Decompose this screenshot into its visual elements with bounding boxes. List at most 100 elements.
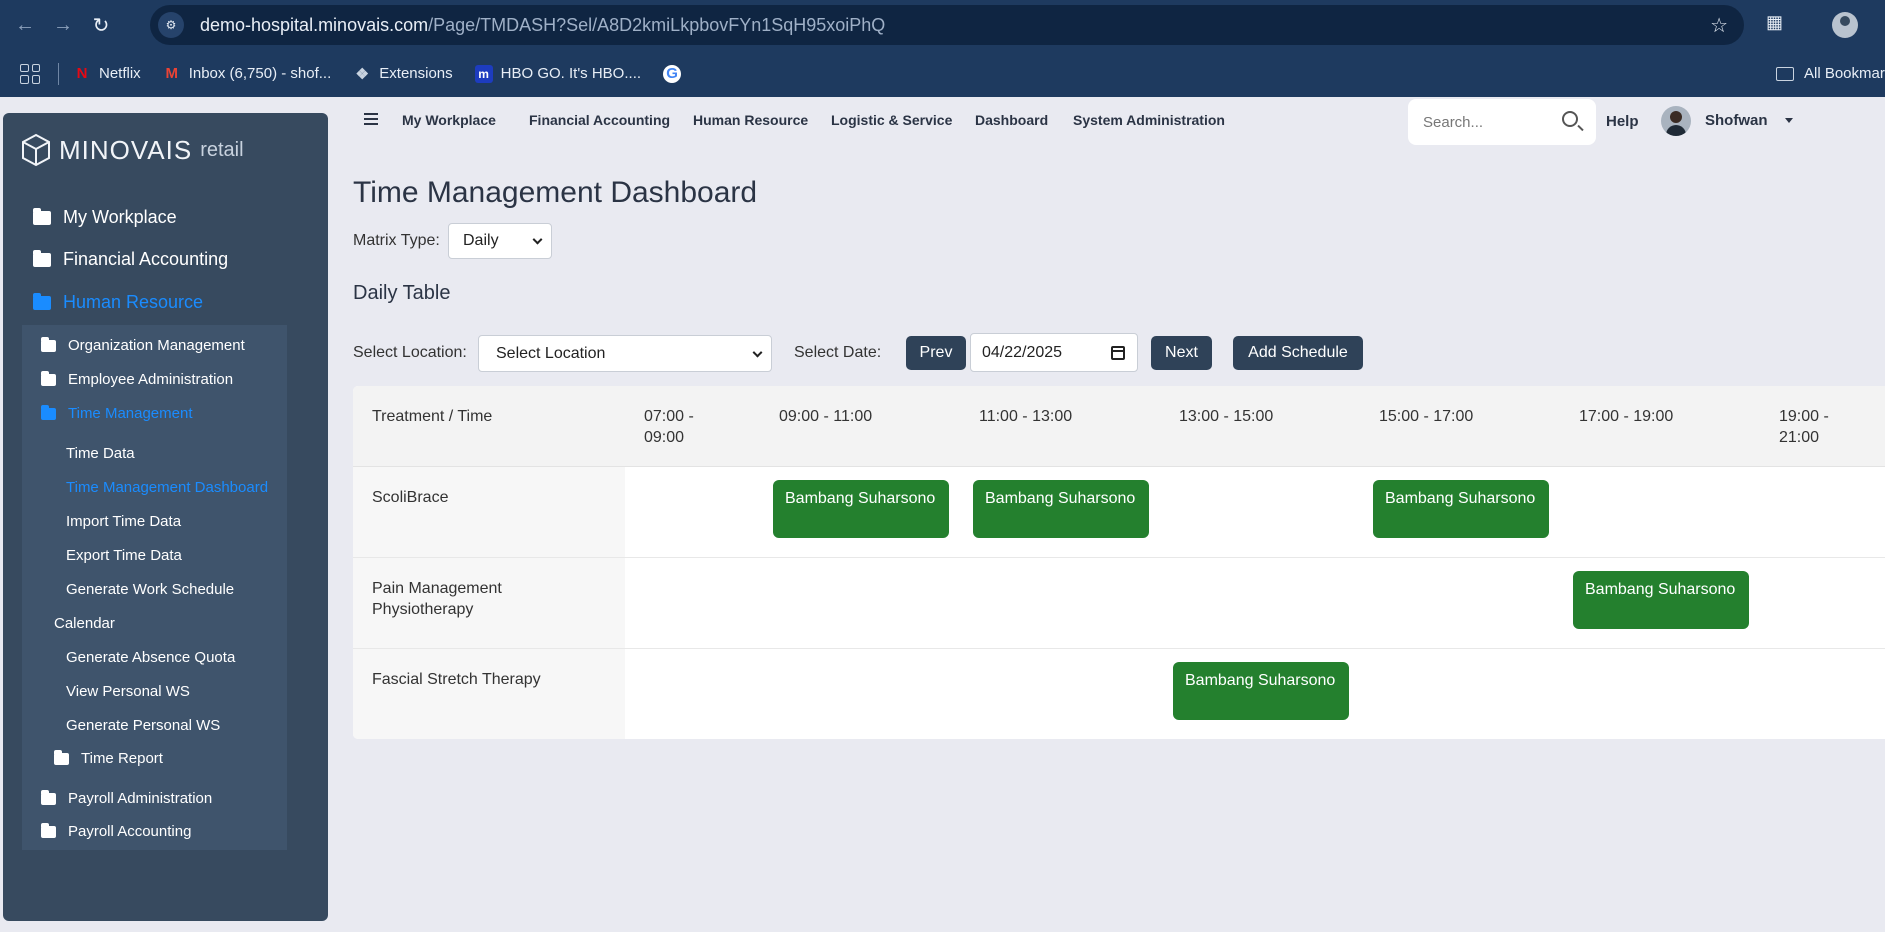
bookmark-netflix[interactable]: N Netflix bbox=[73, 65, 141, 83]
sidebar-item-generate-absence-quota[interactable]: Generate Absence Quota bbox=[66, 649, 235, 666]
gmail-icon: M bbox=[165, 65, 178, 82]
logo-brand: MINOVAIS bbox=[59, 134, 193, 165]
back-icon[interactable]: ← bbox=[12, 12, 38, 38]
sidebar: MINOVAIS retail My Workplace Financial Ac… bbox=[3, 113, 328, 921]
folder-icon bbox=[54, 749, 69, 765]
hbo-icon: m bbox=[474, 64, 493, 83]
header-time-slot: 09:00 - 11:00 bbox=[779, 408, 873, 425]
section-title: Daily Table bbox=[353, 282, 451, 304]
table-row: ScoliBrace Bambang Suharsono Bambang Suh… bbox=[353, 467, 1885, 558]
calendar-icon[interactable] bbox=[1111, 346, 1125, 360]
header-time-slot: 13:00 - 15:00 bbox=[1179, 408, 1274, 425]
chevron-down-icon bbox=[532, 234, 543, 245]
table-row: Pain Management Physiotherapy Bambang Su… bbox=[353, 558, 1885, 649]
sidebar-item-import-time-data[interactable]: Import Time Data bbox=[66, 513, 181, 530]
chevron-down-icon bbox=[752, 347, 763, 358]
puzzle-icon: ❖ bbox=[355, 65, 369, 83]
next-button[interactable]: Next bbox=[1151, 336, 1212, 370]
treatment-name: Fascial Stretch Therapy bbox=[372, 671, 541, 688]
app-logo[interactable]: MINOVAIS retail bbox=[21, 133, 244, 167]
treatment-cell: Pain Management Physiotherapy bbox=[353, 558, 625, 648]
sidebar-item-payroll-accounting[interactable]: Payroll Accounting bbox=[41, 822, 191, 840]
header-treatment-time: Treatment / Time bbox=[372, 408, 493, 425]
treatment-name: ScoliBrace bbox=[372, 489, 449, 506]
search-icon[interactable] bbox=[1562, 111, 1578, 127]
folder-icon bbox=[33, 207, 51, 225]
booking-block[interactable]: Bambang Suharsono bbox=[1373, 480, 1549, 538]
search-box bbox=[1408, 99, 1596, 145]
sidebar-item-calendar[interactable]: Calendar bbox=[54, 615, 115, 632]
add-schedule-button[interactable]: Add Schedule bbox=[1233, 336, 1363, 370]
nav-human-resource[interactable]: Human Resource bbox=[693, 112, 808, 128]
matrix-type-select[interactable]: Daily bbox=[448, 223, 552, 259]
bookmarks-bar: N Netflix M Inbox (6,750) - shof... ❖ Exten… bbox=[0, 50, 1885, 97]
folder-icon bbox=[41, 789, 56, 805]
chevron-down-icon[interactable] bbox=[1785, 118, 1793, 123]
sidebar-item-time-management[interactable]: Time Management bbox=[41, 404, 193, 422]
folder-icon bbox=[33, 292, 51, 310]
hamburger-menu-icon[interactable] bbox=[364, 113, 378, 125]
prev-button[interactable]: Prev bbox=[906, 336, 966, 370]
logo-cube-icon bbox=[22, 133, 50, 167]
nav-my-workplace[interactable]: My Workplace bbox=[402, 112, 496, 128]
folder-icon bbox=[33, 249, 51, 267]
bookmark-divider bbox=[58, 62, 59, 85]
booking-block[interactable]: Bambang Suharsono bbox=[1173, 662, 1349, 720]
search-input[interactable] bbox=[1423, 113, 1553, 131]
sidebar-item-time-management-dashboard[interactable]: Time Management Dashboard bbox=[66, 479, 268, 496]
address-bar[interactable]: ⚙ demo-hospital.minovais.com/Page/TMDASH… bbox=[150, 5, 1744, 45]
sidebar-item-organization-management[interactable]: Organization Management bbox=[41, 336, 245, 354]
treatment-name: Pain Management Physiotherapy bbox=[372, 580, 502, 618]
sidebar-item-generate-personal-ws[interactable]: Generate Personal WS bbox=[66, 717, 220, 734]
apps-grid-icon[interactable] bbox=[20, 63, 40, 84]
bookmark-extensions[interactable]: ❖ Extensions bbox=[353, 65, 453, 83]
header-time-slot: 07:00 - 09:00 bbox=[644, 408, 694, 446]
help-link[interactable]: Help bbox=[1606, 113, 1639, 130]
header-time-slot: 19:00 - 21:00 bbox=[1779, 408, 1829, 446]
booking-block[interactable]: Bambang Suharsono bbox=[773, 480, 949, 538]
nav-financial-accounting[interactable]: Financial Accounting bbox=[529, 112, 670, 128]
sidebar-item-human-resource[interactable]: Human Resource bbox=[33, 292, 203, 313]
url-text[interactable]: demo-hospital.minovais.com/Page/TMDASH?S… bbox=[200, 15, 885, 36]
treatment-cell: Fascial Stretch Therapy bbox=[353, 649, 625, 739]
sidebar-item-employee-administration[interactable]: Employee Administration bbox=[41, 370, 233, 388]
nav-logistic-service[interactable]: Logistic & Service bbox=[831, 112, 952, 128]
forward-icon[interactable]: → bbox=[50, 12, 76, 38]
folder-icon bbox=[41, 336, 56, 352]
sidebar-item-time-report[interactable]: Time Report bbox=[54, 749, 163, 767]
site-settings-icon[interactable]: ⚙ bbox=[158, 12, 184, 38]
sidebar-item-financial-accounting[interactable]: Financial Accounting bbox=[33, 249, 228, 270]
sidebar-item-generate-work-schedule[interactable]: Generate Work Schedule bbox=[66, 581, 234, 598]
table-row: Fascial Stretch Therapy Bambang Suharson… bbox=[353, 649, 1885, 739]
user-menu[interactable]: Shofwan bbox=[1705, 112, 1768, 129]
treatment-cell: ScoliBrace bbox=[353, 467, 625, 557]
folder-icon bbox=[41, 404, 56, 420]
all-bookmarks[interactable]: All Bookmar bbox=[1776, 50, 1885, 97]
extensions-icon[interactable]: ▦ bbox=[1766, 12, 1790, 36]
sidebar-item-payroll-administration[interactable]: Payroll Administration bbox=[41, 789, 212, 807]
sidebar-item-my-workplace[interactable]: My Workplace bbox=[33, 207, 177, 228]
header-time-slot: 17:00 - 19:00 bbox=[1579, 408, 1674, 425]
sidebar-item-time-data[interactable]: Time Data bbox=[66, 445, 135, 462]
bookmark-google[interactable]: G bbox=[663, 64, 689, 83]
bookmark-star-icon[interactable]: ☆ bbox=[1710, 13, 1728, 38]
date-input[interactable]: 04/22/2025 bbox=[970, 333, 1138, 372]
location-select[interactable]: Select Location bbox=[478, 335, 772, 372]
daily-table: Treatment / Time 07:00 - 09:00 09:00 - 1… bbox=[353, 386, 1885, 739]
bookmark-hbo[interactable]: m HBO GO. It's HBO.... bbox=[474, 64, 641, 83]
page-title: Time Management Dashboard bbox=[353, 176, 758, 209]
netflix-icon: N bbox=[76, 65, 88, 82]
avatar[interactable] bbox=[1661, 106, 1691, 136]
sidebar-item-export-time-data[interactable]: Export Time Data bbox=[66, 547, 182, 564]
nav-dashboard[interactable]: Dashboard bbox=[975, 112, 1048, 128]
booking-block[interactable]: Bambang Suharsono bbox=[1573, 571, 1749, 629]
bookmark-inbox[interactable]: M Inbox (6,750) - shof... bbox=[163, 65, 331, 83]
reload-icon[interactable]: ↻ bbox=[88, 12, 114, 38]
booking-block[interactable]: Bambang Suharsono bbox=[973, 480, 1149, 538]
date-label: Select Date: bbox=[794, 344, 882, 361]
matrix-type-label: Matrix Type: bbox=[353, 232, 440, 249]
profile-avatar-icon[interactable] bbox=[1832, 12, 1858, 38]
browser-toolbar: ← → ↻ ⚙ demo-hospital.minovais.com/Page/… bbox=[0, 0, 1885, 50]
nav-system-administration[interactable]: System Administration bbox=[1073, 112, 1225, 128]
sidebar-item-view-personal-ws[interactable]: View Personal WS bbox=[66, 683, 190, 700]
